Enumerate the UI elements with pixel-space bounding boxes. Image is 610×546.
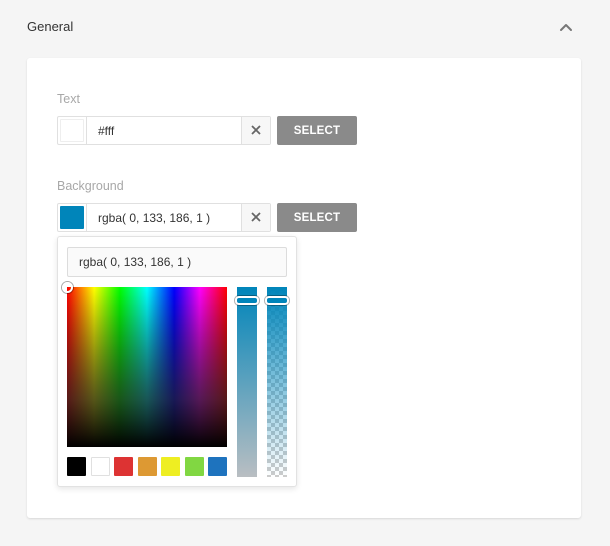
text-color-select-button[interactable]: SELECT (277, 116, 357, 145)
text-color-field[interactable]: #fff (57, 116, 271, 145)
close-icon (251, 122, 261, 140)
background-color-label: Background (57, 179, 124, 193)
section-header-general[interactable]: General (0, 0, 610, 56)
settings-card: Text #fff SELECT Background rgba( 0, 133… (27, 58, 581, 518)
palette-swatch[interactable] (208, 457, 227, 476)
alpha-slider-handle[interactable] (265, 296, 289, 305)
background-color-value[interactable]: rgba( 0, 133, 186, 1 ) (98, 211, 210, 225)
close-icon (251, 209, 261, 227)
background-color-field[interactable]: rgba( 0, 133, 186, 1 ) (57, 203, 271, 232)
picker-color-input[interactable] (67, 247, 287, 277)
background-color-clear-button[interactable] (241, 204, 270, 231)
palette-swatch[interactable] (90, 457, 110, 476)
chevron-up-icon[interactable] (556, 18, 576, 38)
text-color-swatch-fill (60, 119, 84, 142)
text-color-label: Text (57, 92, 80, 106)
hue-slider[interactable] (235, 287, 259, 477)
background-color-swatch-fill (60, 206, 84, 229)
palette-swatch[interactable] (67, 457, 86, 476)
alpha-slider[interactable] (265, 287, 289, 477)
saturation-value-cursor[interactable] (62, 282, 73, 293)
background-color-swatch[interactable] (58, 204, 87, 231)
text-color-swatch[interactable] (58, 117, 87, 144)
palette-swatch[interactable] (184, 457, 204, 476)
palette-swatch[interactable] (114, 457, 133, 476)
palette-swatch[interactable] (161, 457, 180, 476)
hue-slider-handle[interactable] (235, 296, 259, 305)
alpha-gradient (267, 287, 287, 477)
saturation-value-area[interactable] (62, 282, 227, 447)
text-color-value[interactable]: #fff (98, 124, 114, 138)
color-picker-popover (57, 236, 297, 487)
color-palette (67, 457, 227, 477)
background-color-select-button[interactable]: SELECT (277, 203, 357, 232)
palette-swatch[interactable] (137, 457, 157, 476)
section-title: General (27, 19, 74, 34)
text-color-clear-button[interactable] (241, 117, 270, 144)
